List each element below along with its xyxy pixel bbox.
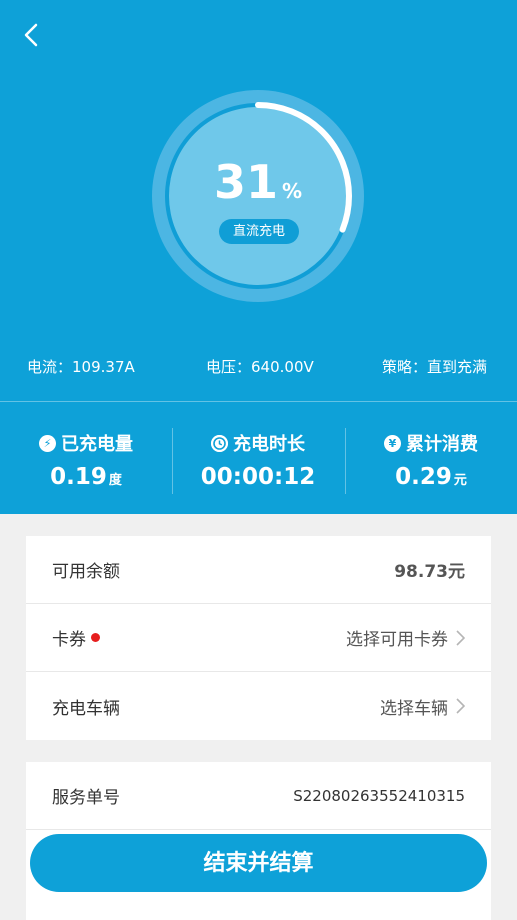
- charging-page: 31% 直流充电 电流：109.37A 电压：640.00V 策略：直到充满 ⚡…: [0, 0, 517, 920]
- service-number-value: S22080263552410315: [293, 786, 465, 805]
- coupon-row[interactable]: 卡券 选择可用卡券: [26, 604, 491, 672]
- chevron-right-icon: [456, 629, 465, 646]
- clock-icon: [211, 434, 228, 452]
- coupon-label: 卡券: [52, 630, 86, 650]
- back-button[interactable]: [14, 18, 48, 52]
- vehicle-value: 选择车辆: [380, 698, 448, 719]
- service-number-row: 服务单号 S22080263552410315: [26, 762, 491, 830]
- summary-cost-label: 累计消费: [406, 434, 478, 455]
- vehicle-row[interactable]: 充电车辆 选择车辆: [26, 672, 491, 740]
- summary-cost: ¥ 累计消费 0.29 元: [345, 402, 517, 514]
- balance-value: 98.73元: [394, 562, 465, 582]
- charging-status-header: 31% 直流充电 电流：109.37A 电压：640.00V 策略：直到充满 ⚡…: [0, 0, 517, 514]
- charge-percent: 31%: [152, 152, 364, 212]
- charge-summary: ⚡ 已充电量 0.19 度 充电时长 00:00:12 ¥ 累计消费 0.29 …: [0, 402, 517, 514]
- chevron-left-icon: [24, 23, 38, 47]
- balance-label: 可用余额: [52, 562, 120, 582]
- service-number-label: 服务单号: [52, 788, 120, 808]
- yen-icon: ¥: [384, 434, 401, 452]
- chevron-right-icon: [456, 698, 465, 714]
- new-badge-dot: [91, 633, 100, 642]
- charge-stats: 电流：109.37A 电压：640.00V 策略：直到充满: [0, 356, 517, 380]
- summary-duration: 充电时长 00:00:12: [172, 402, 344, 514]
- account-card: 可用余额 98.73元 卡券 选择可用卡券 充电车辆 选择车辆: [26, 536, 491, 740]
- summary-cost-value: 0.29: [395, 464, 452, 490]
- summary-duration-label: 充电时长: [233, 434, 305, 455]
- coupon-value: 选择可用卡券: [346, 630, 448, 650]
- summary-energy-unit: 度: [108, 473, 122, 488]
- strategy-readout: 策略：直到充满: [381, 358, 487, 376]
- charge-mode-badge: 直流充电: [219, 219, 299, 244]
- end-and-settle-button[interactable]: 结束并结算: [30, 834, 487, 892]
- lightning-icon: ⚡: [39, 434, 56, 452]
- balance-row: 可用余额 98.73元: [26, 536, 491, 604]
- summary-cost-unit: 元: [453, 473, 467, 488]
- charge-percent-value: 31: [213, 155, 278, 209]
- summary-energy-label: 已充电量: [61, 434, 133, 455]
- voltage-readout: 电压：640.00V: [206, 358, 314, 376]
- vehicle-label: 充电车辆: [52, 698, 120, 719]
- summary-duration-value: 00:00:12: [200, 464, 316, 490]
- current-readout: 电流：109.37A: [27, 358, 135, 376]
- summary-energy-value: 0.19: [50, 464, 107, 490]
- summary-energy: ⚡ 已充电量 0.19 度: [0, 402, 172, 514]
- charge-percent-symbol: %: [281, 179, 303, 203]
